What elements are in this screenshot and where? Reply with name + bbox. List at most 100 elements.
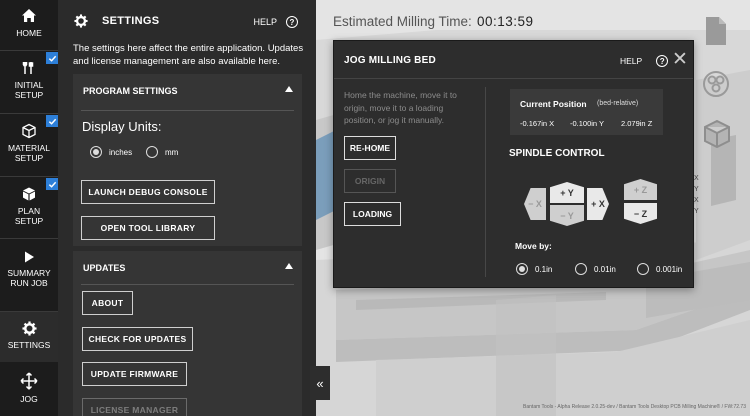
- nav-material-setup-label-2: SETUP: [14, 153, 44, 163]
- move-icon: [20, 372, 38, 390]
- nav-jog-label: JOG: [20, 394, 38, 404]
- dialog-divider: [334, 78, 693, 79]
- jog-plus-y-button[interactable]: + Y: [550, 182, 584, 203]
- step-label: 0.01in: [594, 264, 616, 274]
- current-position-title: Current Position: [520, 99, 587, 109]
- program-settings-card: PROGRAM SETTINGS Display Units: inches m…: [73, 74, 302, 246]
- axis-label: Y: [694, 186, 699, 193]
- nav-plan-setup-label-1: PLAN: [17, 206, 41, 216]
- nav-initial-setup[interactable]: INITIAL SETUP: [0, 60, 58, 108]
- collapse-panel-button[interactable]: «: [310, 366, 330, 400]
- units-mm-radio[interactable]: mm: [146, 146, 178, 158]
- rehome-button[interactable]: RE-HOME: [344, 136, 396, 160]
- nav-material-setup-label-1: MATERIAL: [8, 143, 50, 153]
- gear-icon: [21, 321, 37, 336]
- nav-summary-run-job[interactable]: SUMMARY RUN JOB: [0, 250, 58, 298]
- program-settings-title: PROGRAM SETTINGS: [83, 86, 178, 96]
- jog-help-button[interactable]: HELP ?: [620, 55, 669, 67]
- display-units-label: Display Units:: [82, 119, 162, 134]
- nav-initial-setup-label-2: SETUP: [14, 90, 44, 100]
- move-by-label: Move by:: [515, 241, 552, 251]
- radio-selected-icon: [516, 263, 528, 275]
- jog-plus-z-button[interactable]: + Z: [624, 179, 657, 200]
- units-mm-label: mm: [165, 147, 179, 157]
- axis-label: Y: [694, 208, 699, 215]
- position-y: -0.100in Y: [570, 119, 605, 128]
- jog-minus-x-button[interactable]: − X: [524, 188, 546, 220]
- settings-description: The settings here affect the entire appl…: [73, 43, 304, 67]
- current-position-box: Current Position (bed-relative) -0.167in…: [510, 89, 663, 135]
- jog-description: Home the machine, move it to origin, mov…: [344, 90, 457, 125]
- nav-jog[interactable]: JOG: [0, 372, 58, 412]
- check-for-updates-button[interactable]: CHECK FOR UPDATES: [82, 327, 193, 351]
- program-settings-header[interactable]: PROGRAM SETTINGS: [73, 74, 302, 108]
- card-divider: [81, 284, 294, 285]
- box-icon: [23, 187, 35, 201]
- help-icon: ?: [656, 55, 669, 67]
- estimated-milling-label: Estimated Milling Time:: [333, 14, 472, 29]
- settings-header: SETTINGS: [74, 14, 159, 28]
- home-icon: [22, 9, 36, 22]
- radio-unselected-icon: [575, 263, 587, 275]
- jog-milling-bed-dialog: JOG MILLING BED HELP ? ✕ Home the machin…: [333, 40, 694, 288]
- updates-header[interactable]: UPDATES: [73, 251, 302, 285]
- version-footer: Bantam Tools - Alpha Release 2.0.25-dev …: [523, 404, 746, 410]
- updates-card: UPDATES ABOUT CHECK FOR UPDATES UPDATE F…: [73, 251, 302, 416]
- estimated-milling-time: 00:13:59: [477, 14, 534, 29]
- launch-debug-console-button[interactable]: LAUNCH DEBUG CONSOLE: [81, 180, 215, 204]
- nav-divider: [0, 238, 58, 239]
- nav-home[interactable]: HOME: [0, 8, 58, 46]
- settings-help-button[interactable]: HELP ?: [253, 16, 298, 28]
- origin-button[interactable]: ORIGIN: [344, 169, 396, 193]
- file-icon[interactable]: [705, 16, 727, 46]
- collapse-caret-icon[interactable]: [285, 263, 293, 269]
- step-0-01in-radio[interactable]: 0.01in: [575, 263, 616, 275]
- close-icon[interactable]: ✕: [672, 50, 688, 69]
- nav-material-setup[interactable]: MATERIAL SETUP: [0, 123, 58, 171]
- position-z: 2.079in Z: [621, 119, 653, 128]
- nav-settings-label: SETTINGS: [7, 340, 51, 350]
- current-position-subtitle: (bed-relative): [597, 100, 639, 107]
- settings-title: SETTINGS: [102, 15, 160, 27]
- jog-help-label: HELP: [620, 56, 643, 66]
- units-inches-radio[interactable]: inches: [90, 146, 132, 158]
- open-tool-library-button[interactable]: OPEN TOOL LIBRARY: [81, 216, 215, 240]
- about-button[interactable]: ABOUT: [82, 291, 133, 315]
- step-0-1in-radio[interactable]: 0.1in: [516, 263, 552, 275]
- position-x: -0.167in X: [520, 119, 555, 128]
- license-manager-button[interactable]: LICENSE MANAGER: [82, 398, 187, 416]
- wrench-icon: [22, 62, 34, 74]
- nav-initial-setup-label-1: INITIAL: [14, 80, 44, 90]
- step-label: 0.001in: [656, 264, 683, 274]
- update-firmware-button[interactable]: UPDATE FIRMWARE: [82, 362, 187, 386]
- dialog-vertical-divider: [485, 87, 486, 277]
- spindle-control-title: SPINDLE CONTROL: [509, 148, 605, 159]
- radio-unselected-icon: [637, 263, 649, 275]
- settings-panel: SETTINGS HELP ? The settings here affect…: [58, 0, 316, 416]
- left-nav: HOME INITIAL SETUP MATERIAL SETUP PLAN S…: [0, 0, 58, 416]
- nav-summary-label-2: RUN JOB: [10, 278, 48, 288]
- nav-settings[interactable]: SETTINGS: [0, 321, 58, 361]
- axis-indicator: X Y X Y: [694, 173, 699, 217]
- settings-help-label: HELP: [253, 17, 277, 27]
- card-divider: [81, 110, 294, 111]
- updates-title: UPDATES: [83, 263, 126, 273]
- nav-summary-label-1: SUMMARY: [7, 268, 51, 278]
- units-inches-label: inches: [109, 147, 133, 157]
- bit-holder-icon[interactable]: [702, 70, 730, 98]
- jog-minus-z-button[interactable]: − Z: [624, 203, 657, 224]
- nav-divider: [0, 113, 58, 114]
- play-icon: [25, 251, 34, 263]
- nav-plan-setup-label-2: SETUP: [14, 216, 44, 226]
- loading-button[interactable]: LOADING: [344, 202, 401, 226]
- help-icon: ?: [286, 16, 298, 28]
- axis-label: X: [694, 197, 699, 204]
- collapse-caret-icon[interactable]: [285, 86, 293, 92]
- nav-divider: [0, 176, 58, 177]
- step-0-001in-radio[interactable]: 0.001in: [637, 263, 682, 275]
- radio-selected-icon: [90, 146, 102, 158]
- jog-minus-y-button[interactable]: − Y: [550, 205, 584, 226]
- jog-plus-x-button[interactable]: + X: [587, 188, 609, 220]
- nav-plan-setup[interactable]: PLAN SETUP: [0, 186, 58, 234]
- cube-view-icon[interactable]: [704, 120, 730, 148]
